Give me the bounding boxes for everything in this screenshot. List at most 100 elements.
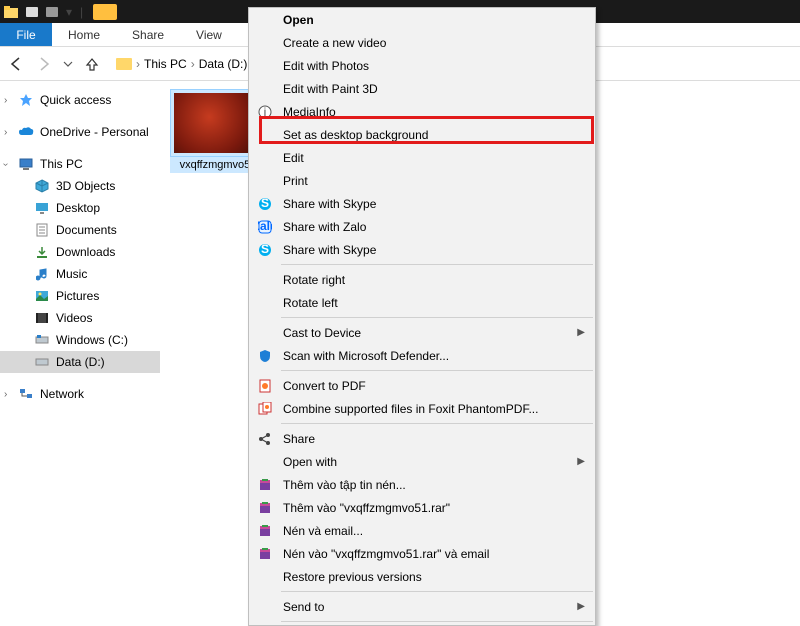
tab-home[interactable]: Home bbox=[52, 23, 116, 46]
shield-icon bbox=[257, 348, 273, 364]
qat-icon-2[interactable] bbox=[46, 7, 58, 17]
breadcrumb-this-pc[interactable]: This PC bbox=[144, 57, 187, 71]
sidebar-item-label: 3D Objects bbox=[56, 179, 115, 193]
qat-save-icon[interactable] bbox=[26, 7, 38, 17]
ctx-send-to[interactable]: Send to▶ bbox=[249, 595, 595, 618]
ctx-edit-photos[interactable]: Edit with Photos bbox=[249, 54, 595, 77]
star-icon bbox=[18, 92, 34, 108]
ctx-rotate-left[interactable]: Rotate left bbox=[249, 291, 595, 314]
ctx-combine-foxit[interactable]: Combine supported files in Foxit Phantom… bbox=[249, 397, 595, 420]
sidebar-item-label: Data (D:) bbox=[56, 355, 105, 369]
sidebar-item-label: Music bbox=[56, 267, 87, 281]
ctx-mediainfo[interactable]: i MediaInfo bbox=[249, 100, 595, 123]
sidebar-item-network[interactable]: › Network bbox=[0, 383, 160, 405]
qat-sep-icon: ▾ bbox=[66, 5, 72, 19]
ctx-compress-rar-email[interactable]: Nén vào "vxqffzmgmvo51.rar" và email bbox=[249, 542, 595, 565]
separator bbox=[281, 317, 593, 318]
ctx-edit-paint3d[interactable]: Edit with Paint 3D bbox=[249, 77, 595, 100]
sidebar-item-label: Pictures bbox=[56, 289, 99, 303]
ctx-cast-to-device[interactable]: Cast to Device▶ bbox=[249, 321, 595, 344]
title-folder-icon bbox=[93, 4, 117, 20]
picture-icon bbox=[34, 288, 50, 304]
ctx-share-skype[interactable]: S Share with Skype bbox=[249, 192, 595, 215]
video-icon bbox=[34, 310, 50, 326]
chevron-down-icon[interactable]: › bbox=[0, 162, 11, 165]
breadcrumb-data-d[interactable]: Data (D:) bbox=[199, 57, 248, 71]
divider: | bbox=[80, 5, 83, 19]
ctx-share-skype-2[interactable]: S Share with Skype bbox=[249, 238, 595, 261]
svg-text:Zalo: Zalo bbox=[258, 220, 272, 233]
forward-button[interactable] bbox=[34, 54, 54, 74]
drive-icon bbox=[34, 354, 50, 370]
sidebar-item-label: Documents bbox=[56, 223, 117, 237]
foxit-combine-icon bbox=[257, 401, 273, 417]
sidebar-item-data-d[interactable]: Data (D:) bbox=[0, 351, 160, 373]
sidebar-item-label: Quick access bbox=[40, 93, 111, 107]
sidebar-item-downloads[interactable]: Downloads bbox=[0, 241, 160, 263]
folder-icon bbox=[0, 1, 22, 23]
share-icon bbox=[257, 431, 273, 447]
skype-icon: S bbox=[257, 196, 273, 212]
cloud-icon bbox=[18, 124, 34, 140]
svg-text:S: S bbox=[261, 243, 269, 256]
recent-dropdown-icon[interactable] bbox=[62, 54, 74, 74]
winrar-icon bbox=[257, 500, 273, 516]
ctx-convert-pdf[interactable]: Convert to PDF bbox=[249, 374, 595, 397]
chevron-right-icon[interactable]: › bbox=[4, 95, 7, 106]
breadcrumb[interactable]: › This PC › Data (D:) bbox=[116, 57, 247, 71]
ctx-open-with[interactable]: Open with▶ bbox=[249, 450, 595, 473]
sidebar-item-label: Network bbox=[40, 387, 84, 401]
cube-icon bbox=[34, 178, 50, 194]
skype-icon: S bbox=[257, 242, 273, 258]
winrar-icon bbox=[257, 523, 273, 539]
desktop-icon bbox=[34, 200, 50, 216]
ctx-open[interactable]: Open bbox=[249, 8, 595, 31]
ctx-create-video[interactable]: Create a new video bbox=[249, 31, 595, 54]
music-icon bbox=[34, 266, 50, 282]
ctx-rotate-right[interactable]: Rotate right bbox=[249, 268, 595, 291]
ctx-restore-previous[interactable]: Restore previous versions bbox=[249, 565, 595, 588]
sidebar-item-desktop[interactable]: Desktop bbox=[0, 197, 160, 219]
sidebar-item-documents[interactable]: Documents bbox=[0, 219, 160, 241]
ctx-add-to-archive[interactable]: Thêm vào tập tin nén... bbox=[249, 473, 595, 496]
chevron-right-icon: ▶ bbox=[577, 327, 585, 338]
ctx-set-background[interactable]: Set as desktop background bbox=[249, 123, 595, 146]
mediainfo-icon: i bbox=[257, 104, 273, 120]
drive-icon bbox=[34, 332, 50, 348]
sidebar: › Quick access › OneDrive - Personal › T… bbox=[0, 81, 160, 600]
tab-file[interactable]: File bbox=[0, 23, 52, 46]
sidebar-item-windows-c[interactable]: Windows (C:) bbox=[0, 329, 160, 351]
ctx-scan-defender[interactable]: Scan with Microsoft Defender... bbox=[249, 344, 595, 367]
chevron-right-icon[interactable]: › bbox=[4, 389, 7, 400]
tab-share[interactable]: Share bbox=[116, 23, 180, 46]
sidebar-item-this-pc[interactable]: › This PC bbox=[0, 153, 160, 175]
separator bbox=[281, 591, 593, 592]
ctx-compress-email[interactable]: Nén và email... bbox=[249, 519, 595, 542]
sidebar-item-3d-objects[interactable]: 3D Objects bbox=[0, 175, 160, 197]
ctx-share[interactable]: Share bbox=[249, 427, 595, 450]
sidebar-item-videos[interactable]: Videos bbox=[0, 307, 160, 329]
ctx-print[interactable]: Print bbox=[249, 169, 595, 192]
separator bbox=[281, 621, 593, 622]
svg-text:S: S bbox=[261, 197, 269, 210]
sidebar-item-label: Windows (C:) bbox=[56, 333, 128, 347]
back-button[interactable] bbox=[6, 54, 26, 74]
sidebar-item-music[interactable]: Music bbox=[0, 263, 160, 285]
sidebar-item-pictures[interactable]: Pictures bbox=[0, 285, 160, 307]
sidebar-item-quick-access[interactable]: › Quick access bbox=[0, 89, 160, 111]
pc-icon bbox=[18, 156, 34, 172]
separator bbox=[281, 423, 593, 424]
ctx-share-zalo[interactable]: Zalo Share with Zalo bbox=[249, 215, 595, 238]
sidebar-item-label: OneDrive - Personal bbox=[40, 125, 149, 139]
ctx-add-to-rar[interactable]: Thêm vào "vxqffzmgmvo51.rar" bbox=[249, 496, 595, 519]
context-menu: Open Create a new video Edit with Photos… bbox=[248, 7, 596, 626]
ctx-edit[interactable]: Edit bbox=[249, 146, 595, 169]
sidebar-item-label: This PC bbox=[40, 157, 83, 171]
chevron-right-icon[interactable]: › bbox=[191, 57, 195, 71]
chevron-right-icon: ▶ bbox=[577, 601, 585, 612]
chevron-right-icon[interactable]: › bbox=[136, 57, 140, 71]
tab-view[interactable]: View bbox=[180, 23, 238, 46]
chevron-right-icon[interactable]: › bbox=[4, 127, 7, 138]
sidebar-item-onedrive[interactable]: › OneDrive - Personal bbox=[0, 121, 160, 143]
up-button[interactable] bbox=[82, 54, 102, 74]
